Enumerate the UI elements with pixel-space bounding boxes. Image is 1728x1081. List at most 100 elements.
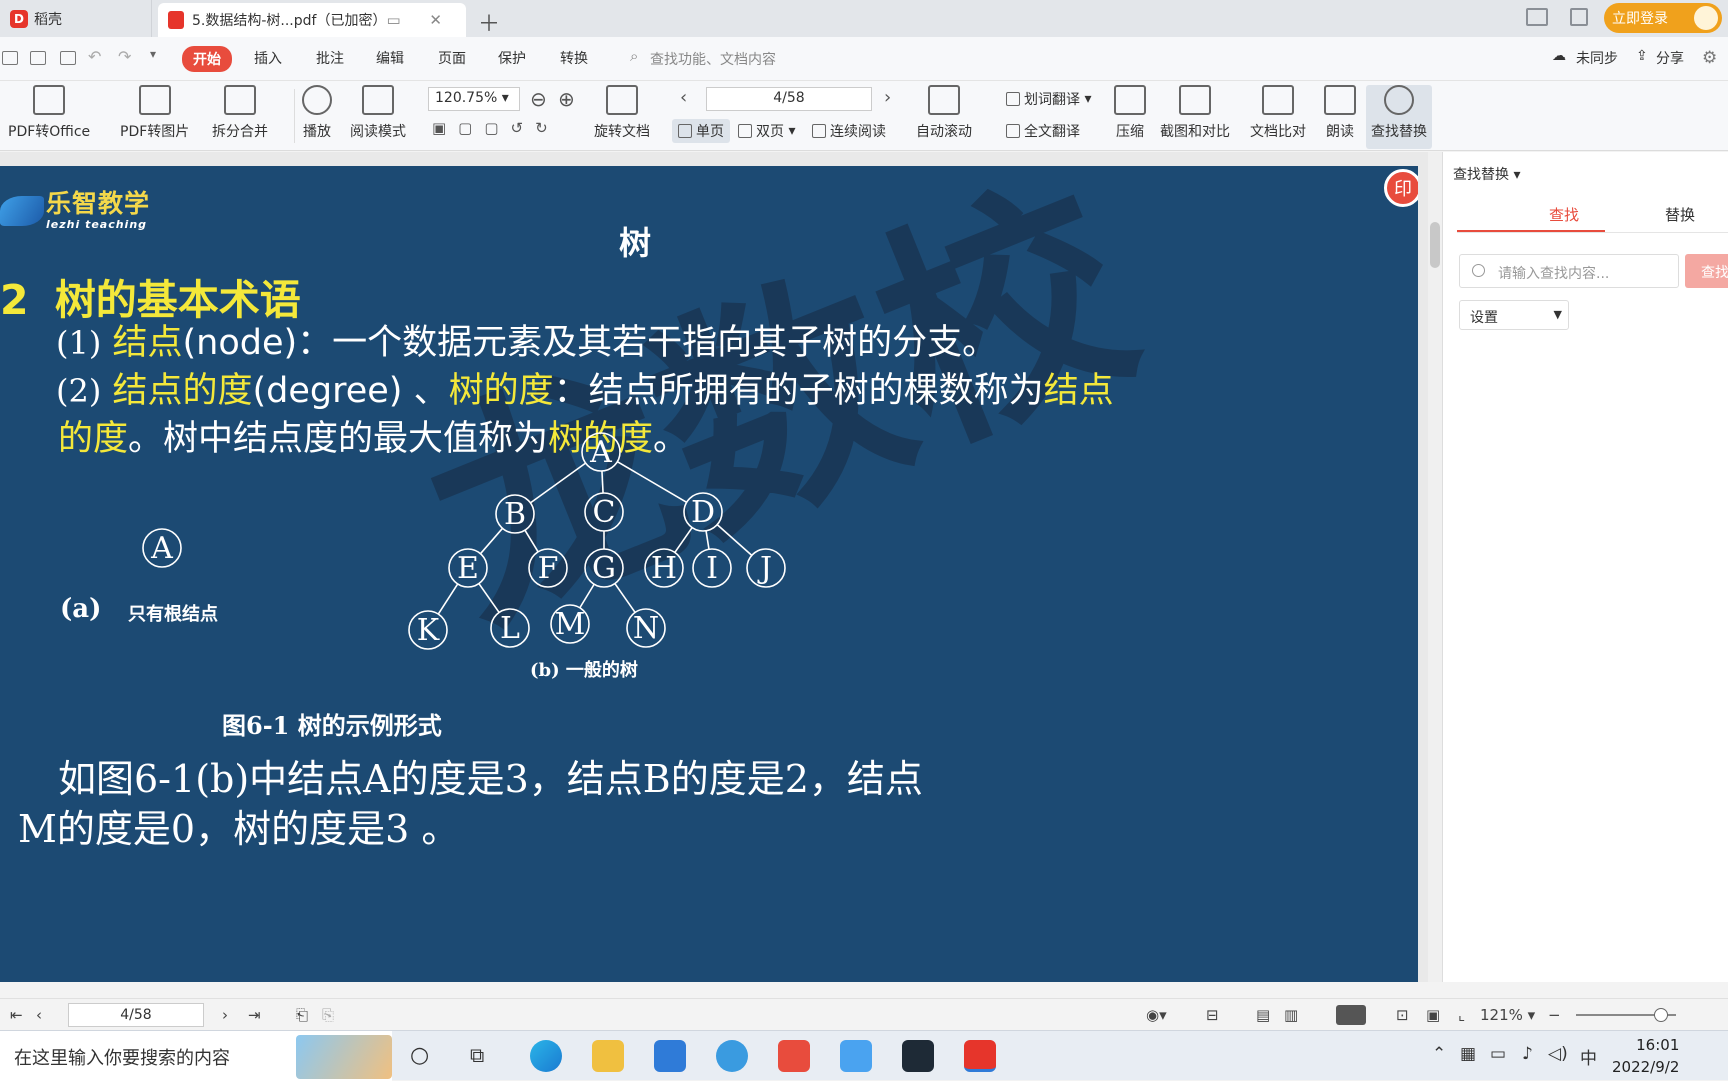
quick-access-dropdown-icon[interactable]: ▾ [150,47,156,61]
login-button[interactable]: 立即登录 [1604,3,1722,33]
first-page-icon[interactable]: ⇤ [10,1006,23,1024]
zoom-slider-handle[interactable] [1654,1008,1668,1022]
find-input[interactable]: 请输入查找内容... [1459,254,1679,288]
zoom-in-icon[interactable]: ⊕ [558,87,575,111]
find-replace-button[interactable]: 查找替换 [1366,85,1432,149]
tab-find[interactable]: 查找 [1549,204,1579,225]
tab-close-icon[interactable]: ▭ ✕ [386,11,454,29]
tray-expand-icon[interactable]: ⌃ [1432,1044,1446,1064]
file-explorer-icon[interactable] [592,1040,624,1072]
rotate-doc-button[interactable]: 旋转文档 [594,85,650,141]
split-merge-button[interactable]: 拆分合并 [212,85,268,141]
double-page-button[interactable]: 双页 ▾ [738,121,795,141]
scrollbar-thumb[interactable] [1430,222,1440,268]
prev-page-icon[interactable]: ‹ [680,87,687,108]
huawei-store-icon[interactable] [778,1040,810,1072]
tab-document[interactable]: 5.数据结构-树...pdf（已加密） ▭ ✕ [158,3,466,37]
cloud-icon[interactable] [840,1040,872,1072]
menu-comment[interactable]: 批注 [316,48,344,68]
cortana-icon[interactable]: ○ [410,1043,429,1068]
prev-page-icon[interactable]: ‹ [36,1006,42,1024]
slideshow-play-icon[interactable] [1336,1005,1366,1025]
cloud-sync-icon[interactable]: ☁ [1552,48,1566,64]
read-mode-button[interactable]: 阅读模式 [350,85,406,141]
fit-width-icon[interactable]: ⊟ [1206,1006,1219,1024]
panel-title[interactable]: 查找替换 ▾ [1453,164,1520,184]
new-tab-button[interactable]: ＋ [478,6,500,38]
forward-icon[interactable]: ⎘ [322,1006,334,1024]
status-page-input[interactable]: 4/58 [68,1003,204,1027]
page-number-input[interactable]: 4/58 [706,87,872,111]
next-page-icon[interactable]: › [222,1006,228,1024]
volume-icon[interactable]: ◁) [1548,1044,1568,1064]
open-icon[interactable] [2,51,18,65]
pdf-to-image-button[interactable]: PDF转图片 [120,85,189,141]
full-translate-button[interactable]: 全文翻译 [1006,121,1080,141]
settings-select[interactable]: 设置 ▼ [1459,300,1569,330]
menu-convert[interactable]: 转换 [560,48,588,68]
fit-page-icon[interactable]: ▣ [1426,1006,1440,1024]
find-button[interactable]: 查找 [1685,254,1728,288]
auto-scroll-button[interactable]: 自动滚动 [916,85,972,141]
doc-compare-button[interactable]: 文档比对 [1250,85,1306,141]
play-button[interactable]: 播放 [302,85,332,141]
layout-icon[interactable] [1526,8,1548,26]
menu-protect[interactable]: 保护 [498,48,526,68]
actual-size-icon[interactable]: ⊡ [1396,1006,1409,1024]
network-icon[interactable]: ▦ [1460,1044,1476,1064]
browser-icon[interactable] [716,1040,748,1072]
menu-insert[interactable]: 插入 [254,48,282,68]
clock[interactable]: 16:01 2022/9/2 [1612,1034,1679,1078]
menu-page[interactable]: 页面 [438,48,466,68]
video-app-icon[interactable] [902,1040,934,1072]
zoom-select[interactable]: 120.75% ▾ [428,87,520,111]
save-icon[interactable] [30,51,46,65]
mail-icon[interactable] [654,1040,686,1072]
back-icon[interactable]: ⎗ [296,1006,308,1024]
taskbar-search-input[interactable]: 在这里输入你要搜索的内容 [0,1031,392,1081]
settings-gear-icon[interactable]: ⚙ [1702,48,1717,68]
document-scrollbar[interactable] [1428,152,1442,982]
compress-button[interactable]: 压缩 [1114,85,1146,141]
word-translate-button[interactable]: 划词翻译 ▾ [1006,89,1091,109]
ime-indicator[interactable]: 中 [1580,1044,1597,1069]
menu-edit[interactable]: 编辑 [376,48,404,68]
zoom-out-icon[interactable]: ⊖ [530,87,547,111]
double-view-icon[interactable]: ▥ [1284,1006,1298,1024]
redo-icon[interactable]: ↷ [118,47,131,66]
single-page-button[interactable]: 单页 [672,119,730,143]
continuous-read-button[interactable]: 连续阅读 [812,121,886,141]
screenshot-compare-button[interactable]: 截图和对比 [1160,85,1230,141]
single-view-icon[interactable]: ▤ [1256,1006,1270,1024]
task-view-icon[interactable]: ⧉ [470,1043,484,1067]
document-viewport[interactable]: 龙数校 乐智教学 lezhi teaching 树 2 树的基本术语 (1) 结… [0,152,1428,982]
pdf-to-office-button[interactable]: PDF转Office [8,85,90,141]
edge-icon[interactable] [530,1040,562,1072]
full-translate-label: 全文翻译 [1024,124,1080,140]
taskbar-search-placeholder: 在这里输入你要搜索的内容 [14,1048,230,1069]
tab-replace[interactable]: 替换 [1665,204,1695,225]
battery-icon[interactable]: ▭ [1490,1044,1506,1064]
view-fit-icons[interactable]: ▣▢▢↺↻ [432,119,560,137]
function-search-input[interactable]: 查找功能、文档内容 [650,49,776,69]
print-icon[interactable] [60,51,76,65]
tab-home[interactable]: D 稻壳 [0,0,152,37]
print-stamp-icon[interactable]: 印 [1384,169,1418,207]
read-aloud-button[interactable]: 朗读 [1324,85,1356,141]
wps-app-icon[interactable] [964,1040,996,1072]
grid-icon[interactable] [1570,8,1588,26]
status-zoom-value[interactable]: 121% ▾ [1480,1006,1535,1024]
image-icon [138,85,171,115]
menu-start[interactable]: 开始 [182,46,232,72]
last-page-icon[interactable]: ⇥ [248,1006,261,1024]
share-icon[interactable]: ⇪ [1636,48,1648,64]
next-page-icon[interactable]: › [884,87,891,108]
zoom-out-icon[interactable]: − [1548,1006,1561,1024]
eye-protect-icon[interactable]: ◉▾ [1146,1006,1167,1024]
translate-icon [1006,92,1020,106]
undo-icon[interactable]: ↶ [88,47,101,66]
share-button[interactable]: 分享 [1656,48,1684,68]
auto-scroll-label: 自动滚动 [916,124,972,140]
sync-status[interactable]: 未同步 [1576,48,1618,68]
microphone-icon[interactable]: ♪ [1522,1044,1533,1064]
